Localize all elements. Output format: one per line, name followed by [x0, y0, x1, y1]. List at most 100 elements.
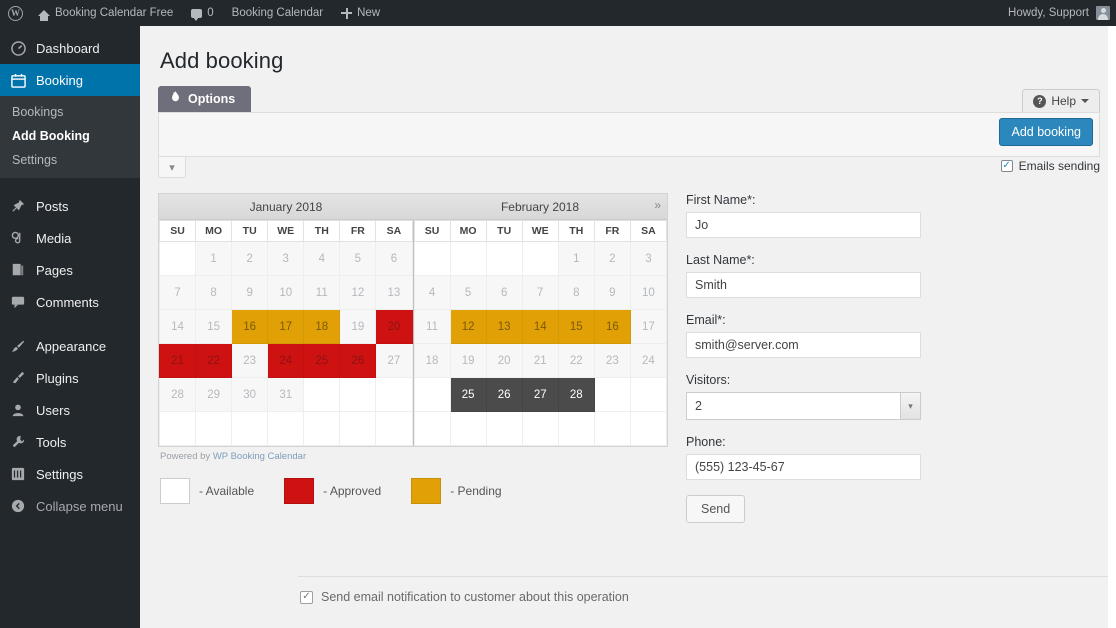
- calendar-day-cell[interactable]: 7: [522, 276, 558, 310]
- calendar-day-cell[interactable]: 25: [450, 378, 486, 412]
- calendar-day-cell[interactable]: 15: [196, 310, 232, 344]
- calendar-day-cell[interactable]: 21: [522, 344, 558, 378]
- emails-sending-checkbox[interactable]: ✓ Emails sending: [1001, 159, 1100, 173]
- calendar-day-cell[interactable]: 4: [414, 276, 450, 310]
- calendar-day-cell[interactable]: 3: [630, 242, 666, 276]
- calendar-day-cell[interactable]: 23: [232, 344, 268, 378]
- calendar-day-cell[interactable]: 8: [558, 276, 594, 310]
- calendar-day-cell[interactable]: 16: [594, 310, 630, 344]
- sidebar-item-tools[interactable]: Tools: [0, 426, 140, 458]
- calendar-day-cell[interactable]: 10: [630, 276, 666, 310]
- sidebar-item-settings[interactable]: Settings: [0, 458, 140, 490]
- calendar-day-cell[interactable]: 11: [414, 310, 450, 344]
- send-button[interactable]: Send: [686, 495, 745, 523]
- booking-calendar-link[interactable]: Booking Calendar: [223, 0, 332, 26]
- sidebar-item-pages[interactable]: Pages: [0, 254, 140, 286]
- sidebar-item-comments[interactable]: Comments: [0, 286, 140, 318]
- calendar-day-cell[interactable]: 28: [160, 378, 196, 412]
- calendar-week-row: 78910111213: [160, 276, 413, 310]
- calendar-day-cell[interactable]: 13: [486, 310, 522, 344]
- calendar-day-cell[interactable]: 17: [268, 310, 304, 344]
- calendar-day-cell[interactable]: 23: [594, 344, 630, 378]
- calendar-day-cell[interactable]: 22: [196, 344, 232, 378]
- calendar-day-cell[interactable]: 18: [304, 310, 340, 344]
- calendar-day-cell[interactable]: 22: [558, 344, 594, 378]
- sidebar-item-booking[interactable]: Booking: [0, 64, 140, 96]
- calendar-day-cell[interactable]: 21: [160, 344, 196, 378]
- calendar-day-cell[interactable]: 26: [486, 378, 522, 412]
- calendar-day-cell[interactable]: 8: [196, 276, 232, 310]
- help-button[interactable]: ? Help: [1022, 89, 1100, 112]
- last-name-input[interactable]: Smith: [686, 272, 921, 298]
- calendar-day-cell[interactable]: 19: [340, 310, 376, 344]
- calendar-day-cell[interactable]: 27: [376, 344, 412, 378]
- sidebar-item-users[interactable]: Users: [0, 394, 140, 426]
- calendar-day-cell[interactable]: 9: [232, 276, 268, 310]
- sidebar-item-posts[interactable]: Posts: [0, 190, 140, 222]
- calendar-day-cell[interactable]: 20: [376, 310, 412, 344]
- calendar-day-cell[interactable]: 12: [340, 276, 376, 310]
- sidebar-item-plugins[interactable]: Plugins: [0, 362, 140, 394]
- calendar-day-cell[interactable]: 5: [450, 276, 486, 310]
- sidebar-item-collapse-menu[interactable]: Collapse menu: [0, 490, 140, 522]
- email-input[interactable]: smith@server.com: [686, 332, 921, 358]
- sidebar-label: Tools: [36, 435, 66, 450]
- calendar-day-cell[interactable]: 15: [558, 310, 594, 344]
- calendar-day-cell[interactable]: 7: [160, 276, 196, 310]
- wordpress-logo-button[interactable]: W: [0, 0, 29, 26]
- calendar-day-cell[interactable]: 28: [558, 378, 594, 412]
- sidebar-item-media[interactable]: Media: [0, 222, 140, 254]
- calendar-day-cell[interactable]: 11: [304, 276, 340, 310]
- calendar-day-cell[interactable]: 10: [268, 276, 304, 310]
- calendar-day-cell[interactable]: 6: [486, 276, 522, 310]
- calendar-day-cell[interactable]: 24: [630, 344, 666, 378]
- calendar-empty-cell: [304, 378, 340, 412]
- calendar-day-cell[interactable]: 5: [340, 242, 376, 276]
- add-booking-button[interactable]: Add booking: [999, 118, 1093, 146]
- calendar-day-cell[interactable]: 6: [376, 242, 412, 276]
- first-name-input[interactable]: Jo: [686, 212, 921, 238]
- sidebar-item-dashboard[interactable]: Dashboard: [0, 32, 140, 64]
- panel-collapse-toggle[interactable]: ▾: [158, 157, 186, 178]
- visitors-select[interactable]: 2 ▾: [686, 392, 921, 420]
- calendar-week-row: 123456: [160, 242, 413, 276]
- sidebar-item-add-booking[interactable]: Add Booking: [0, 124, 140, 148]
- calendar-day-cell[interactable]: 31: [268, 378, 304, 412]
- calendar-day-cell[interactable]: 17: [630, 310, 666, 344]
- calendar-day-cell[interactable]: 16: [232, 310, 268, 344]
- calendar-day-cell[interactable]: 4: [304, 242, 340, 276]
- calendar-day-cell[interactable]: 14: [522, 310, 558, 344]
- calendar-day-cell[interactable]: 14: [160, 310, 196, 344]
- calendar-day-cell[interactable]: 18: [414, 344, 450, 378]
- powered-link[interactable]: WP Booking Calendar: [213, 451, 306, 462]
- comments-link[interactable]: 0: [182, 0, 222, 26]
- sidebar-item-bookings[interactable]: Bookings: [0, 100, 140, 124]
- phone-input[interactable]: (555) 123-45-67: [686, 454, 921, 480]
- calendar-day-cell[interactable]: 30: [232, 378, 268, 412]
- account-menu[interactable]: Howdy, Support: [1008, 6, 1116, 20]
- calendar-day-cell[interactable]: 12: [450, 310, 486, 344]
- calendar-day-cell[interactable]: 9: [594, 276, 630, 310]
- send-email-notification-checkbox[interactable]: ✓ Send email notification to customer ab…: [300, 590, 629, 604]
- calendar-day-cell[interactable]: 27: [522, 378, 558, 412]
- sidebar-item-booking-settings[interactable]: Settings: [0, 148, 140, 172]
- calendar-day-cell[interactable]: 24: [268, 344, 304, 378]
- new-content-link[interactable]: New: [332, 0, 389, 26]
- calendar-day-cell[interactable]: 20: [486, 344, 522, 378]
- site-name-link[interactable]: Booking Calendar Free: [29, 0, 182, 26]
- sidebar-item-appearance[interactable]: Appearance: [0, 330, 140, 362]
- calendar-day-cell[interactable]: 1: [558, 242, 594, 276]
- double-chevron-right-icon[interactable]: »: [654, 198, 661, 212]
- calendar-day-cell[interactable]: 1: [196, 242, 232, 276]
- options-tab[interactable]: Options: [158, 86, 251, 112]
- calendar-day-cell[interactable]: 29: [196, 378, 232, 412]
- calendar-day-cell[interactable]: 13: [376, 276, 412, 310]
- weekday: TH: [304, 221, 340, 242]
- calendar-day-cell[interactable]: 2: [594, 242, 630, 276]
- calendar-day-cell[interactable]: 19: [450, 344, 486, 378]
- calendar-day-cell[interactable]: 25: [304, 344, 340, 378]
- calendar-legend: - Available - Approved - Pending: [158, 478, 668, 504]
- calendar-day-cell[interactable]: 2: [232, 242, 268, 276]
- calendar-day-cell[interactable]: 3: [268, 242, 304, 276]
- calendar-day-cell[interactable]: 26: [340, 344, 376, 378]
